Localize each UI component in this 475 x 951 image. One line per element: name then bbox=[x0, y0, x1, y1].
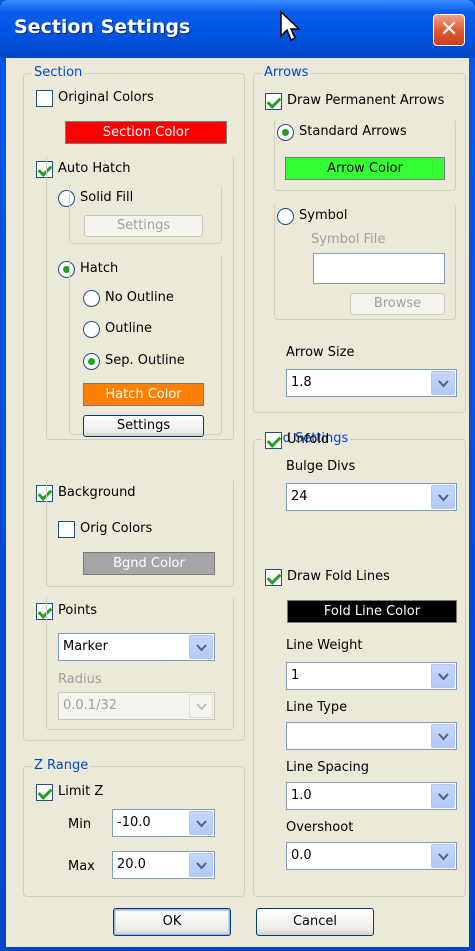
symbol-file-label: Symbol File bbox=[311, 232, 386, 247]
unfold-label: Unfold bbox=[287, 432, 330, 447]
ok-button[interactable]: OK bbox=[113, 908, 231, 936]
outline-label: Outline bbox=[105, 321, 153, 336]
chevron-down-icon[interactable] bbox=[431, 784, 455, 808]
limit-z-label: Limit Z bbox=[58, 784, 104, 799]
chevron-down-icon[interactable] bbox=[431, 664, 455, 688]
window-title: Section Settings bbox=[14, 16, 191, 38]
min-select[interactable]: -10.0 bbox=[112, 809, 215, 837]
symbol-file-input[interactable] bbox=[313, 253, 445, 284]
chevron-down-icon[interactable] bbox=[189, 694, 213, 718]
arrow-color-label: Arrow Color bbox=[327, 161, 403, 176]
arrow-size-value: 1.8 bbox=[291, 375, 312, 390]
title-bar[interactable]: Section Settings ✕ bbox=[0, 0, 475, 58]
max-value: 20.0 bbox=[117, 857, 146, 872]
limit-z-checkbox[interactable] bbox=[36, 784, 53, 801]
browse-button[interactable]: Browse bbox=[350, 293, 445, 315]
chevron-down-icon[interactable] bbox=[189, 635, 213, 659]
original-colors-checkbox[interactable] bbox=[36, 90, 53, 107]
chevron-down-icon[interactable] bbox=[431, 724, 455, 748]
arrows-legend: Arrows bbox=[262, 65, 311, 80]
radius-select[interactable]: 0.0.1/32 bbox=[58, 692, 215, 720]
mouse-cursor-icon bbox=[280, 10, 301, 42]
sep-outline-radio[interactable] bbox=[83, 353, 100, 370]
arrow-size-label: Arrow Size bbox=[286, 345, 355, 360]
arrow-size-select[interactable]: 1.8 bbox=[286, 369, 457, 397]
hatch-settings-label: Settings bbox=[116, 418, 171, 433]
line-spacing-value: 1.0 bbox=[291, 788, 312, 803]
close-button[interactable]: ✕ bbox=[433, 14, 465, 46]
close-icon: ✕ bbox=[439, 17, 459, 42]
line-spacing-select[interactable]: 1.0 bbox=[286, 782, 457, 810]
outline-radio[interactable] bbox=[83, 321, 100, 338]
overshoot-select[interactable]: 0.0 bbox=[286, 842, 457, 870]
section-color-label: Section Color bbox=[102, 125, 190, 140]
radius-value: 0.0.1/32 bbox=[63, 698, 117, 713]
arrow-color-button[interactable]: Arrow Color bbox=[285, 157, 445, 180]
bgnd-color-label: Bgnd Color bbox=[113, 556, 185, 571]
overshoot-label: Overshoot bbox=[286, 820, 354, 835]
solid-fill-settings-label: Settings bbox=[116, 218, 171, 233]
standard-arrows-label: Standard Arrows bbox=[299, 124, 407, 139]
hatch-frame bbox=[69, 255, 222, 435]
original-colors-label: Original Colors bbox=[58, 90, 154, 105]
bulge-divs-select[interactable]: 24 bbox=[286, 483, 457, 511]
unfold-checkbox[interactable] bbox=[265, 432, 282, 449]
draw-permanent-arrows-label: Draw Permanent Arrows bbox=[287, 93, 445, 108]
draw-fold-lines-label: Draw Fold Lines bbox=[287, 569, 390, 584]
no-outline-label: No Outline bbox=[105, 290, 174, 305]
chevron-down-icon[interactable] bbox=[189, 853, 213, 877]
fold-line-color-label: Fold Line Color bbox=[323, 604, 421, 619]
line-weight-select[interactable]: 1 bbox=[286, 662, 457, 690]
chevron-down-icon[interactable] bbox=[189, 811, 213, 835]
hatch-color-label: Hatch Color bbox=[105, 387, 182, 402]
cancel-label: Cancel bbox=[292, 914, 338, 929]
no-outline-radio[interactable] bbox=[83, 290, 100, 307]
max-label: Max bbox=[68, 859, 95, 874]
min-value: -10.0 bbox=[117, 815, 151, 830]
dialog-body: Section Original Colors Section Color Au… bbox=[6, 58, 469, 947]
orig-colors-checkbox[interactable] bbox=[58, 521, 75, 538]
browse-label: Browse bbox=[373, 296, 422, 311]
symbol-radio[interactable] bbox=[277, 208, 294, 225]
draw-permanent-arrows-checkbox[interactable] bbox=[265, 93, 282, 110]
marker-value: Marker bbox=[63, 639, 108, 654]
orig-colors-label: Orig Colors bbox=[80, 521, 153, 536]
overshoot-value: 0.0 bbox=[291, 848, 312, 863]
line-weight-value: 1 bbox=[291, 668, 300, 683]
symbol-label: Symbol bbox=[299, 208, 348, 223]
hatch-settings-button[interactable]: Settings bbox=[83, 415, 204, 437]
line-spacing-label: Line Spacing bbox=[286, 760, 369, 775]
sep-outline-label: Sep. Outline bbox=[105, 353, 185, 368]
chevron-down-icon[interactable] bbox=[431, 371, 455, 395]
min-label: Min bbox=[68, 817, 92, 832]
standard-arrows-radio[interactable] bbox=[277, 124, 294, 141]
radius-label: Radius bbox=[58, 672, 102, 687]
section-settings-window: Section Settings ✕ Section Original Colo… bbox=[0, 0, 475, 951]
solid-fill-settings-button[interactable]: Settings bbox=[84, 215, 203, 237]
line-type-select[interactable] bbox=[286, 722, 457, 750]
chevron-down-icon[interactable] bbox=[431, 844, 455, 868]
fold-line-color-button[interactable]: Fold Line Color bbox=[287, 600, 457, 623]
section-legend: Section bbox=[32, 65, 85, 80]
hatch-color-button[interactable]: Hatch Color bbox=[83, 383, 204, 406]
draw-fold-lines-checkbox[interactable] bbox=[265, 569, 282, 586]
bulge-divs-label: Bulge Divs bbox=[286, 459, 356, 474]
bgnd-color-button[interactable]: Bgnd Color bbox=[83, 552, 215, 575]
marker-select[interactable]: Marker bbox=[58, 633, 215, 661]
section-color-button[interactable]: Section Color bbox=[65, 121, 227, 144]
line-weight-label: Line Weight bbox=[286, 638, 363, 653]
cancel-button[interactable]: Cancel bbox=[256, 908, 374, 936]
bulge-divs-value: 24 bbox=[291, 489, 308, 504]
max-select[interactable]: 20.0 bbox=[112, 851, 215, 879]
line-type-label: Line Type bbox=[286, 700, 348, 715]
ok-label: OK bbox=[162, 914, 182, 929]
z-range-legend: Z Range bbox=[32, 758, 91, 773]
chevron-down-icon[interactable] bbox=[431, 485, 455, 509]
